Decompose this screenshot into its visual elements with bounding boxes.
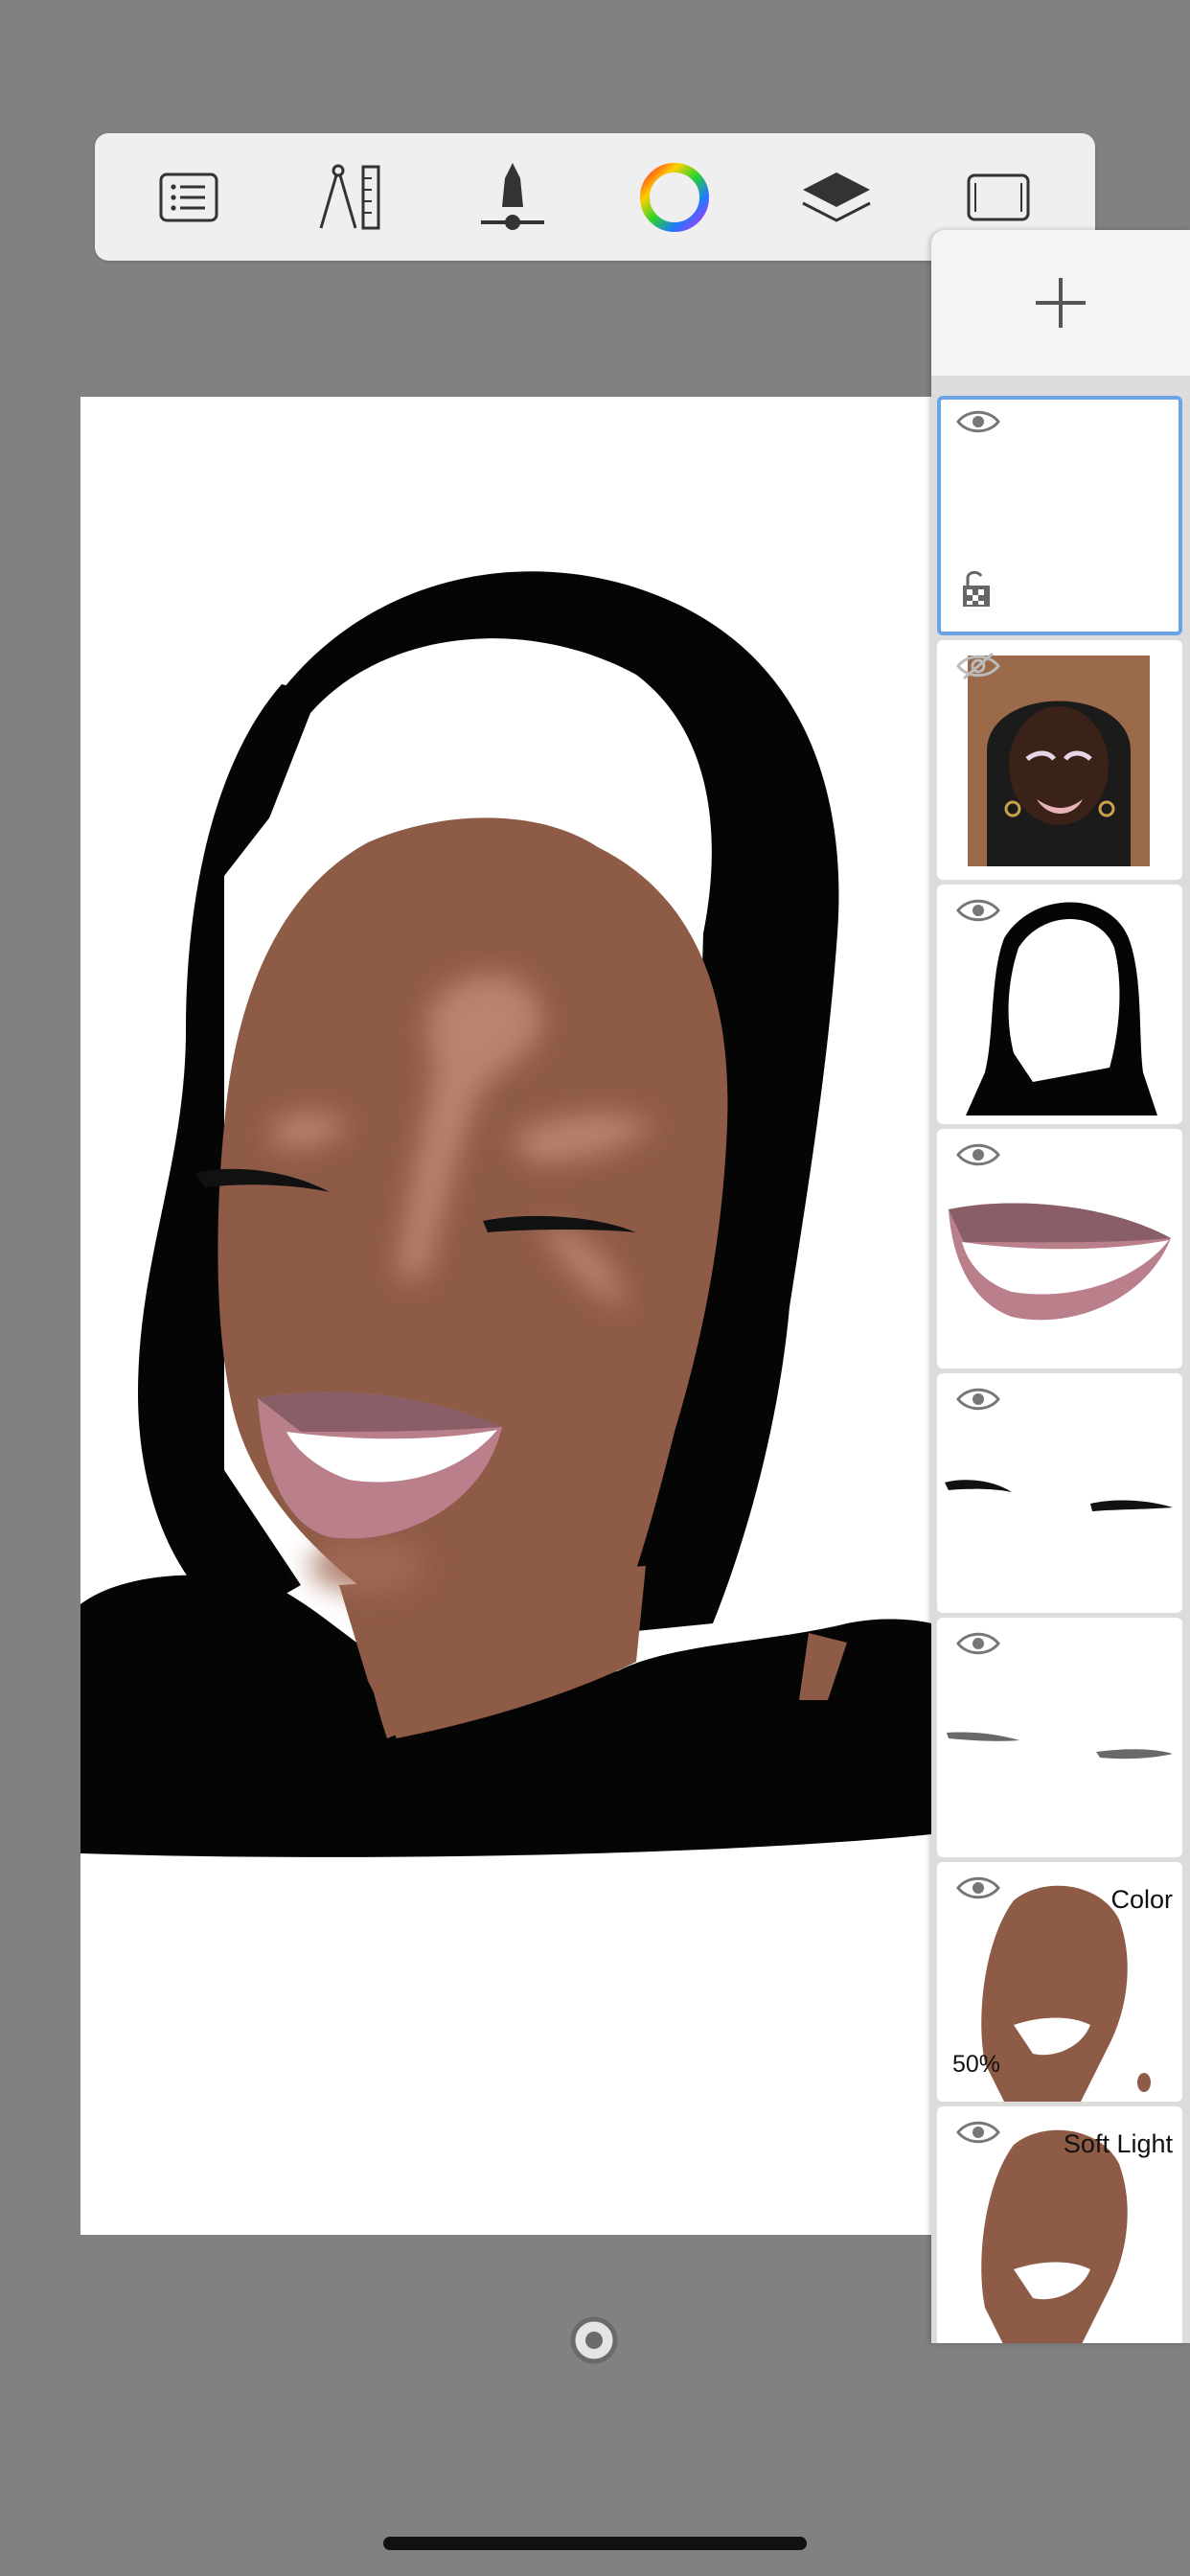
- eye-icon[interactable]: [956, 1385, 1000, 1414]
- home-indicator[interactable]: [383, 2537, 807, 2550]
- eyebrows-thumbnail: [947, 1732, 1173, 1760]
- layers-button[interactable]: [792, 154, 881, 241]
- layer-highlight[interactable]: [937, 396, 1182, 635]
- plus-icon: [1036, 278, 1086, 328]
- eye-icon[interactable]: [956, 407, 1000, 436]
- layer-skin-softlight[interactable]: Soft Light: [937, 2106, 1182, 2343]
- opacity-label: 50%: [952, 2051, 1001, 2078]
- layers-panel: Color 50% Soft Light: [931, 230, 1190, 2343]
- fullscreen-button[interactable]: [954, 154, 1042, 241]
- eye-icon[interactable]: [956, 2118, 1000, 2147]
- color-picker-button[interactable]: [630, 154, 719, 241]
- add-layer-button[interactable]: [931, 230, 1190, 376]
- brush-tool-button[interactable]: [469, 154, 557, 241]
- eye-icon[interactable]: [956, 1874, 1000, 1902]
- layer-hair-silhouette[interactable]: [937, 885, 1182, 1124]
- layer-reference-photo[interactable]: [937, 640, 1182, 880]
- eye-icon[interactable]: [956, 896, 1000, 925]
- brush-size-icon: [481, 163, 544, 230]
- portrait-artwork: [80, 571, 931, 1857]
- rotate-handle-icon[interactable]: [569, 2315, 619, 2365]
- eyelashes-thumbnail: [945, 1480, 1173, 1511]
- layer-lips[interactable]: [937, 1129, 1182, 1368]
- layers-icon: [802, 172, 871, 222]
- eye-icon[interactable]: [956, 1629, 1000, 1658]
- ruler-tool-button[interactable]: [307, 154, 395, 241]
- blend-mode-label: Color: [1110, 1885, 1173, 1914]
- eye-hidden-icon[interactable]: [956, 652, 1000, 680]
- layer-eyebrows[interactable]: [937, 1618, 1182, 1857]
- blend-mode-label: Soft Light: [1063, 2129, 1173, 2158]
- layer-skin-color[interactable]: Color 50%: [937, 1862, 1182, 2102]
- hair-silhouette-thumbnail: [966, 902, 1157, 1116]
- color-wheel-icon: [640, 163, 709, 232]
- layer-eyelashes[interactable]: [937, 1373, 1182, 1613]
- drawing-canvas[interactable]: [80, 397, 931, 2235]
- menu-list-icon: [159, 172, 218, 222]
- compass-ruler-icon: [319, 164, 380, 230]
- lips-thumbnail: [949, 1203, 1171, 1321]
- reference-photo-thumbnail: [968, 656, 1150, 866]
- eye-icon[interactable]: [956, 1140, 1000, 1169]
- fullscreen-icon: [967, 173, 1030, 221]
- alpha-lock-icon[interactable]: [960, 568, 993, 609]
- menu-list-button[interactable]: [145, 154, 233, 241]
